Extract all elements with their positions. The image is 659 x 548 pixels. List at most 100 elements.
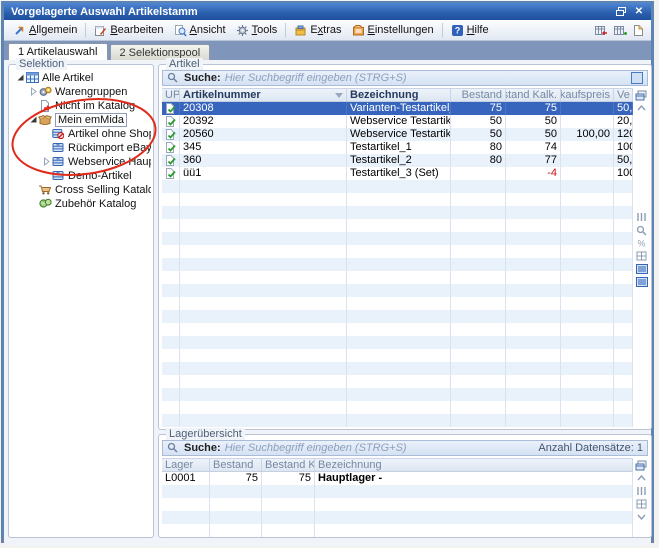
- table-row[interactable]: [162, 206, 633, 219]
- tree-item-artikel-ohne-shop-kategorie[interactable]: Artikel ohne Shop-Kategorie: [11, 127, 151, 140]
- menu-item-einstellungen[interactable]: Einstellungen: [347, 22, 439, 39]
- restore-icon[interactable]: [613, 5, 629, 18]
- column-header-up[interactable]: UP: [162, 89, 180, 101]
- scroll-up-button[interactable]: [635, 102, 648, 114]
- new-document-icon: [632, 24, 645, 37]
- title-bar[interactable]: Vorgelagerte Auswahl Artikelstamm ✕: [4, 3, 651, 20]
- table-row[interactable]: [162, 219, 633, 232]
- grid-small-button[interactable]: [635, 250, 648, 262]
- table-row[interactable]: 20308Varianten-Testartikel_4757550,: [162, 102, 633, 115]
- menu-item-extras[interactable]: Extras: [289, 22, 346, 39]
- grid-small-button[interactable]: [635, 498, 648, 510]
- table-row[interactable]: [162, 232, 633, 245]
- column-header-bezeichnung[interactable]: Bezeichnung: [315, 459, 633, 471]
- tree-item-rückimport-ebay[interactable]: Rückimport eBay: [11, 141, 151, 154]
- table-row[interactable]: [162, 193, 633, 206]
- tree-item-webservice-hauptkategorie[interactable]: Webservice Hauptkategorie: [11, 155, 151, 168]
- list-blue-button[interactable]: [635, 263, 648, 275]
- search-icon: [167, 442, 180, 455]
- table-row[interactable]: [162, 498, 633, 511]
- column-chooser-button[interactable]: [635, 459, 648, 471]
- tree-item-alle-artikel[interactable]: Alle Artikel: [11, 71, 151, 84]
- table-row[interactable]: [162, 336, 633, 349]
- tree-item-mein-emmida[interactable]: Mein emMida: [11, 113, 151, 126]
- table-row[interactable]: [162, 511, 633, 524]
- table-row[interactable]: 360Testartikel_2807750,: [162, 154, 633, 167]
- table-row[interactable]: [162, 245, 633, 258]
- table-row[interactable]: [162, 284, 633, 297]
- expanded-triangle-icon[interactable]: [28, 115, 38, 125]
- collapsed-triangle-icon[interactable]: [28, 87, 38, 97]
- table-row[interactable]: üü1Testartikel_3 (Set)-4100: [162, 167, 633, 180]
- table-row[interactable]: [162, 375, 633, 388]
- table-row[interactable]: [162, 388, 633, 401]
- lager-search-input[interactable]: Suche: Hier Suchbegriff eingeben (STRG+S…: [162, 440, 648, 456]
- cell: [162, 297, 180, 310]
- column-header-bestand[interactable]: Bestand: [451, 89, 506, 101]
- tree-item-nicht-im-katalog[interactable]: Nicht im Katalog: [11, 99, 151, 112]
- table-row[interactable]: [162, 271, 633, 284]
- table-row[interactable]: [162, 362, 633, 375]
- tree-item-zubehör-katalog[interactable]: %Zubehör Katalog: [11, 197, 151, 210]
- column-header-bestand-kalk-[interactable]: Bestand Kalk.: [506, 89, 561, 101]
- table-row[interactable]: [162, 485, 633, 498]
- column-header-ve[interactable]: Ve: [614, 89, 633, 101]
- table-row[interactable]: [162, 414, 633, 427]
- menu-item-bearbeiten[interactable]: Bearbeiten: [89, 22, 168, 39]
- table-row[interactable]: L00017575Hauptlager -: [162, 472, 633, 485]
- table-row[interactable]: 345Testartikel_18074100: [162, 141, 633, 154]
- table-row[interactable]: 20560Webservice Testartikel 25050100,001…: [162, 128, 633, 141]
- row-bars-button[interactable]: [635, 211, 648, 223]
- collapsed-triangle-icon[interactable]: [41, 157, 51, 167]
- tree-item-warengruppen[interactable]: Warengruppen: [11, 85, 151, 98]
- cell: [451, 167, 506, 180]
- tree-item-cross-selling-katalog[interactable]: Cross Selling Katalog: [11, 183, 151, 196]
- table-row[interactable]: 20392Webservice Testartikel 1505020,: [162, 115, 633, 128]
- menu-item-ansicht[interactable]: Ansicht: [169, 22, 231, 39]
- column-header-bestand-kalk-[interactable]: Bestand Kalk.: [262, 459, 315, 471]
- cell: [162, 401, 180, 414]
- scroll-up-button[interactable]: [635, 472, 648, 484]
- column-header-artikelnummer[interactable]: Artikelnummer: [180, 89, 347, 101]
- table-row[interactable]: [162, 401, 633, 414]
- percent-button[interactable]: %: [635, 237, 648, 249]
- artikel-search-input[interactable]: Suche: Hier Suchbegriff eingeben (STRG+S…: [162, 70, 648, 86]
- new-document-button[interactable]: [629, 22, 647, 39]
- artikel-table-header: UPArtikelnummerBezeichnungBestandBestand…: [162, 88, 633, 102]
- table-row[interactable]: [162, 258, 633, 271]
- cell: [506, 180, 561, 193]
- column-header-bestand[interactable]: Bestand: [210, 459, 262, 471]
- table-row[interactable]: [162, 323, 633, 336]
- menu-item-allgemein[interactable]: Allgemein: [8, 22, 82, 39]
- cell: [347, 297, 451, 310]
- table-row[interactable]: [162, 349, 633, 362]
- tree-item-demo-artikel[interactable]: Demo-Artikel: [11, 169, 151, 182]
- cell: [506, 297, 561, 310]
- column-chooser-button[interactable]: [635, 89, 648, 101]
- magnifier-button[interactable]: [635, 224, 648, 236]
- table-row[interactable]: [162, 310, 633, 323]
- cell: [162, 167, 180, 180]
- column-header-lager[interactable]: Lager: [162, 459, 210, 471]
- scroll-down-button[interactable]: [635, 511, 648, 523]
- cell: [506, 284, 561, 297]
- column-header-einkaufspreis[interactable]: Einkaufspreis: [561, 89, 614, 101]
- close-icon[interactable]: ✕: [631, 5, 647, 18]
- grid-add-button[interactable]: [610, 22, 628, 39]
- list-blue-button[interactable]: [635, 276, 648, 288]
- search-options-button[interactable]: [631, 72, 643, 84]
- cell: [347, 206, 451, 219]
- expanded-triangle-icon[interactable]: [15, 73, 25, 83]
- cell: [506, 219, 561, 232]
- menu-item-hilfe[interactable]: ?Hilfe: [446, 22, 494, 39]
- menu-item-tools[interactable]: Tools: [231, 22, 283, 39]
- cell: [180, 388, 347, 401]
- grid-export-button[interactable]: [591, 22, 609, 39]
- table-row[interactable]: [162, 297, 633, 310]
- tree-item-label: Cross Selling Katalog: [55, 184, 151, 196]
- selektion-caption: Selektion: [16, 58, 67, 70]
- column-header-bezeichnung[interactable]: Bezeichnung: [347, 89, 451, 101]
- table-row[interactable]: [162, 524, 633, 537]
- table-row[interactable]: [162, 180, 633, 193]
- row-bars-button[interactable]: [635, 485, 648, 497]
